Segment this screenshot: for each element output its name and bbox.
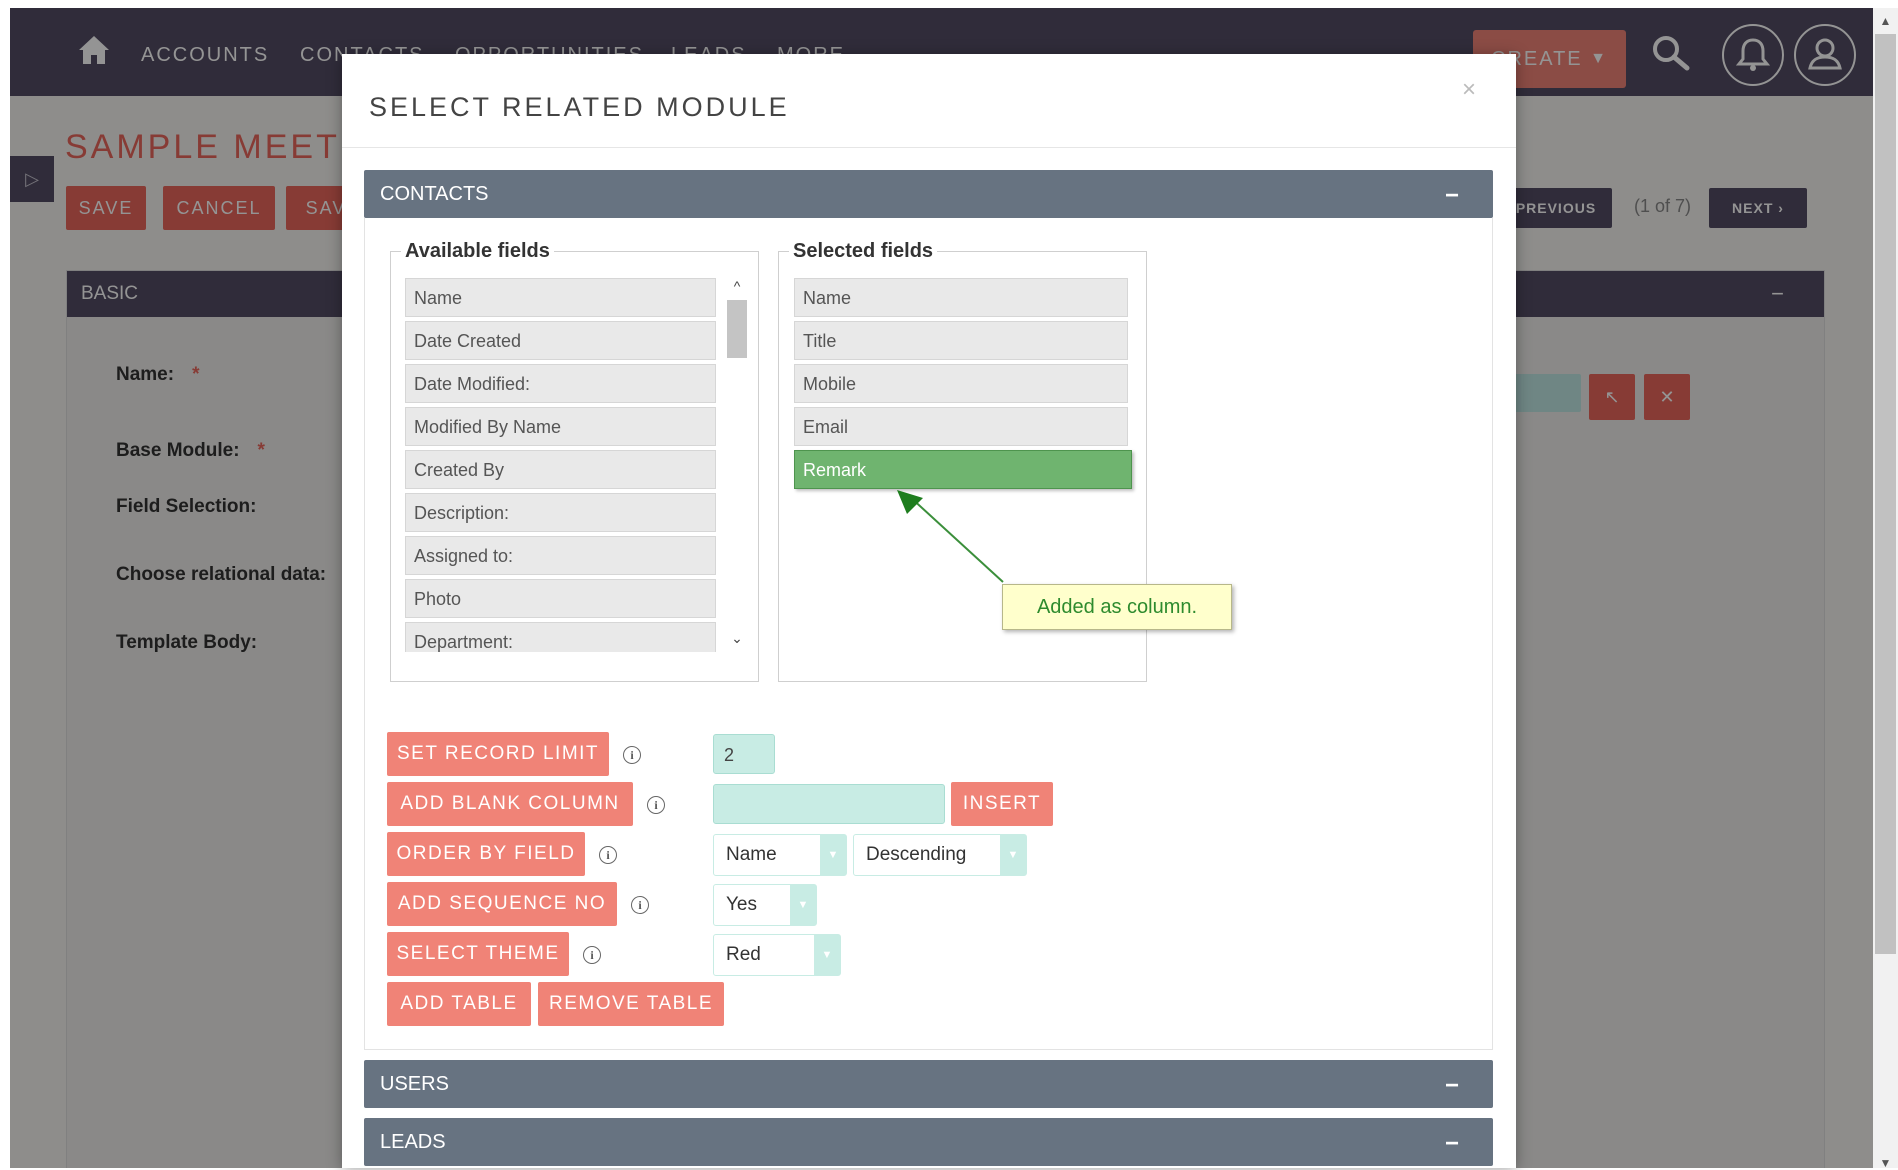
selected-field-item[interactable]: Email	[794, 407, 1128, 446]
selected-fields-legend: Selected fields	[793, 240, 934, 262]
select-related-module-dialog: SELECT RELATED MODULE × CONTACTS − Avail…	[342, 54, 1516, 1168]
caret-down-icon: ▼	[1000, 835, 1026, 875]
users-section-header[interactable]: USERS −	[364, 1060, 1493, 1108]
info-icon[interactable]: i	[647, 796, 665, 814]
order-direction-select[interactable]: Descending ▼	[853, 834, 1027, 876]
available-field-item[interactable]: Created By	[405, 450, 716, 489]
selected-field-item-highlighted[interactable]: Remark	[794, 450, 1132, 489]
contacts-section-header[interactable]: CONTACTS −	[364, 170, 1493, 218]
selected-field-item[interactable]: Mobile	[794, 364, 1128, 403]
available-field-item[interactable]: Name	[405, 278, 716, 317]
sequence-value: Yes	[726, 894, 757, 915]
available-fields-legend: Available fields	[405, 240, 550, 262]
sequence-select[interactable]: Yes ▼	[713, 884, 817, 926]
section-title: LEADS	[380, 1131, 446, 1153]
scrollbar-thumb[interactable]	[1875, 34, 1896, 954]
chevron-down-icon[interactable]: ⌄	[726, 630, 748, 647]
theme-value: Red	[726, 944, 761, 965]
order-field-value: Name	[726, 844, 777, 865]
order-by-field-button[interactable]: ORDER BY FIELD	[387, 832, 585, 876]
available-fields-scrollbar[interactable]: ^ ⌄	[726, 278, 748, 652]
available-field-item[interactable]: Date Created	[405, 321, 716, 360]
add-sequence-no-button[interactable]: ADD SEQUENCE NO	[387, 882, 617, 926]
caret-down-icon: ▼	[820, 835, 846, 875]
window-scrollbar[interactable]: ▲ ▼	[1873, 8, 1898, 1170]
caret-down-icon: ▼	[790, 885, 816, 925]
theme-select[interactable]: Red ▼	[713, 934, 841, 976]
chevron-up-icon[interactable]: ^	[726, 278, 748, 294]
callout-arrow-icon	[897, 490, 1004, 583]
users-section: USERS −	[364, 1060, 1493, 1108]
insert-button[interactable]: INSERT	[951, 782, 1053, 826]
contacts-section: CONTACTS − Available fields Name Date Cr…	[364, 170, 1493, 1050]
section-title: CONTACTS	[380, 183, 489, 205]
info-icon[interactable]: i	[623, 746, 641, 764]
caret-down-icon: ▼	[814, 935, 840, 975]
info-icon[interactable]: i	[599, 846, 617, 864]
collapse-icon[interactable]: −	[1445, 172, 1459, 220]
available-field-item[interactable]: Date Modified:	[405, 364, 716, 403]
selected-field-item[interactable]: Title	[794, 321, 1128, 360]
available-field-item[interactable]: Department:	[405, 622, 716, 652]
order-direction-value: Descending	[866, 844, 967, 865]
order-by-field-select[interactable]: Name ▼	[713, 834, 847, 876]
leads-section-header[interactable]: LEADS −	[364, 1118, 1493, 1166]
collapse-icon[interactable]: −	[1445, 1120, 1459, 1168]
blank-column-input[interactable]	[713, 784, 945, 824]
set-record-limit-button[interactable]: SET RECORD LIMIT	[387, 732, 609, 776]
info-icon[interactable]: i	[583, 946, 601, 964]
contacts-section-body: Available fields Name Date Created Date …	[364, 218, 1493, 1050]
close-icon[interactable]: ×	[1462, 76, 1476, 104]
record-limit-input[interactable]: 2	[713, 734, 775, 774]
collapse-icon[interactable]: −	[1445, 1062, 1459, 1110]
added-as-column-tooltip: Added as column.	[1002, 584, 1232, 630]
selected-field-item[interactable]: Name	[794, 278, 1128, 317]
remove-table-button[interactable]: REMOVE TABLE	[538, 982, 724, 1026]
available-field-item[interactable]: Description:	[405, 493, 716, 532]
select-theme-button[interactable]: SELECT THEME	[387, 932, 569, 976]
scroll-up-icon[interactable]: ▲	[1873, 14, 1898, 28]
available-field-item[interactable]: Assigned to:	[405, 536, 716, 575]
dialog-title: SELECT RELATED MODULE	[369, 92, 790, 122]
available-fields-list[interactable]: Name Date Created Date Modified: Modifie…	[405, 278, 716, 652]
section-title: USERS	[380, 1073, 449, 1095]
info-icon[interactable]: i	[631, 896, 649, 914]
divider	[342, 147, 1516, 148]
available-field-item[interactable]: Modified By Name	[405, 407, 716, 446]
add-table-button[interactable]: ADD TABLE	[387, 982, 531, 1026]
scrollbar-thumb[interactable]	[727, 300, 747, 358]
available-field-item[interactable]: Photo	[405, 579, 716, 618]
add-blank-column-button[interactable]: ADD BLANK COLUMN	[387, 782, 633, 826]
leads-section: LEADS −	[364, 1118, 1493, 1166]
